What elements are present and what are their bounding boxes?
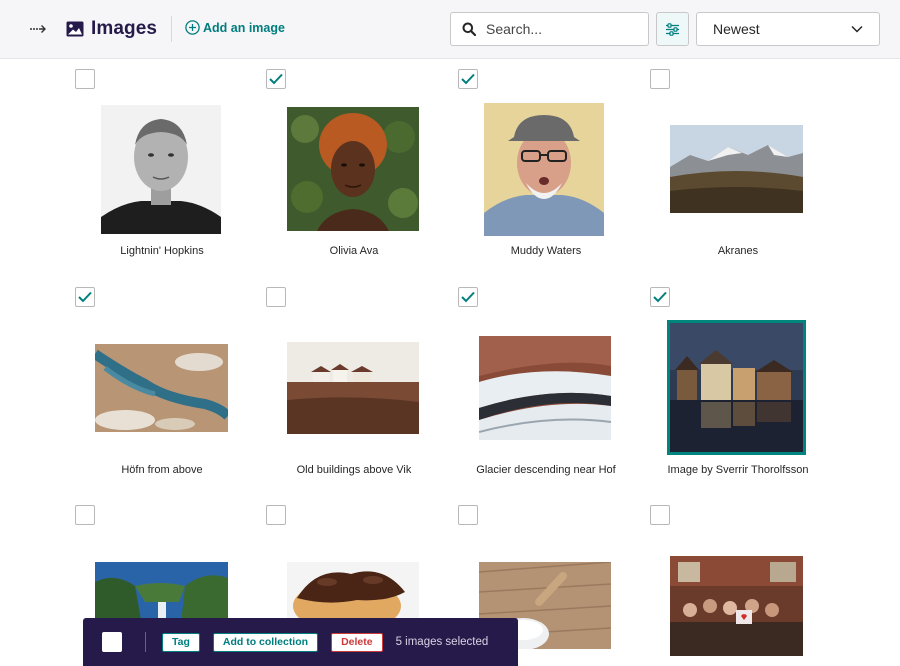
bulk-divider	[145, 632, 146, 652]
header-bar: Images Add an image Newest	[0, 0, 900, 59]
group-photo	[670, 556, 803, 656]
search-box[interactable]	[450, 12, 649, 46]
select-checkbox[interactable]	[266, 69, 286, 89]
selection-status: 5 images selected	[395, 636, 489, 648]
add-image-label: Add an image	[203, 20, 285, 35]
bulk-actions-bar: Tag Add to collection Delete 5 images se…	[83, 618, 518, 666]
landscape-photo	[670, 125, 803, 213]
glacier-photo	[479, 336, 611, 440]
image-thumbnail[interactable]	[287, 342, 419, 434]
add-to-collection-button[interactable]: Add to collection	[212, 632, 319, 652]
image-grid: Lightnin' Hopkins Olivia Ava Muddy Water…	[0, 59, 900, 666]
image-caption: Muddy Waters	[510, 245, 582, 257]
delete-button[interactable]: Delete	[331, 632, 383, 652]
image-thumbnail[interactable]	[101, 105, 221, 234]
sort-select[interactable]: Newest	[696, 12, 880, 46]
image-icon	[66, 21, 84, 37]
portrait-photo	[101, 105, 221, 234]
select-checkbox[interactable]	[75, 505, 95, 525]
landscape-photo	[287, 342, 419, 434]
image-caption: Image by Sverrir Thorolfsson	[667, 464, 809, 476]
aerial-photo	[95, 344, 228, 432]
search-icon	[462, 22, 476, 36]
buildings-photo	[667, 320, 806, 455]
image-thumbnail[interactable]	[484, 103, 604, 236]
select-checkbox[interactable]	[458, 287, 478, 307]
sliders-icon	[666, 22, 679, 36]
select-checkbox[interactable]	[650, 69, 670, 89]
image-thumbnail[interactable]	[670, 125, 803, 213]
header-divider	[171, 16, 172, 42]
plus-circle-icon	[185, 20, 200, 35]
select-checkbox[interactable]	[458, 69, 478, 89]
page-title-group: Images	[66, 15, 157, 43]
search-input[interactable]	[486, 21, 636, 37]
image-caption: Olivia Ava	[329, 245, 379, 257]
image-caption: Lightnin' Hopkins	[120, 245, 204, 257]
select-checkbox[interactable]	[458, 505, 478, 525]
image-thumbnail[interactable]	[287, 107, 419, 231]
sort-selected-value: Newest	[713, 21, 760, 37]
select-checkbox[interactable]	[75, 287, 95, 307]
select-all-checkbox[interactable]	[102, 632, 122, 652]
chevron-down-icon	[851, 25, 863, 33]
select-checkbox[interactable]	[650, 287, 670, 307]
select-checkbox[interactable]	[650, 505, 670, 525]
page-title: Images	[91, 18, 158, 39]
image-caption: Akranes	[717, 245, 759, 257]
image-thumbnail[interactable]	[670, 556, 803, 656]
select-checkbox[interactable]	[266, 287, 286, 307]
image-thumbnail[interactable]	[95, 344, 228, 432]
image-thumbnail[interactable]	[479, 336, 611, 440]
select-checkbox[interactable]	[75, 69, 95, 89]
image-thumbnail-selected[interactable]	[667, 320, 806, 455]
image-caption: Höfn from above	[121, 464, 203, 476]
filter-button[interactable]	[656, 12, 689, 46]
image-caption: Glacier descending near Hof	[476, 464, 616, 476]
menu-toggle-icon[interactable]	[28, 20, 48, 38]
select-checkbox[interactable]	[266, 505, 286, 525]
portrait-photo	[484, 103, 604, 236]
portrait-photo	[287, 107, 419, 231]
image-caption: Old buildings above Vik	[296, 464, 412, 476]
tag-button[interactable]: Tag	[162, 632, 200, 652]
add-image-button[interactable]: Add an image	[185, 20, 285, 35]
